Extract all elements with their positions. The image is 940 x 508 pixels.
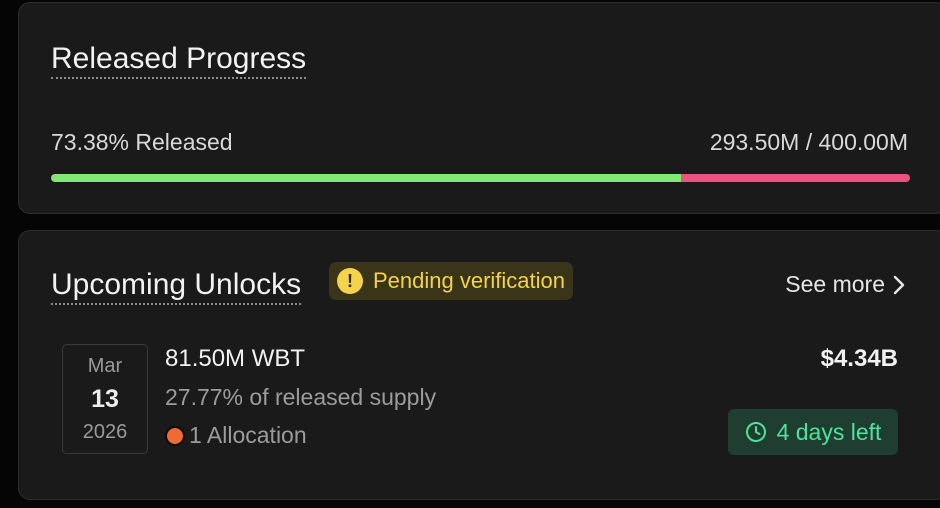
chevron-right-icon (893, 275, 905, 295)
see-more-label: See more (785, 271, 885, 297)
allocation-dot-icon (165, 425, 185, 446)
released-progress-title[interactable]: Released Progress (51, 41, 307, 79)
exclamation-icon: ! (337, 268, 363, 294)
clock-icon (745, 421, 767, 443)
upcoming-unlocks-title[interactable]: Upcoming Unlocks (51, 267, 302, 305)
unlock-percent-of-supply: 27.77% of released supply (165, 384, 437, 410)
unlock-date-day: 13 (91, 385, 119, 413)
days-left-badge: 4 days left (728, 409, 898, 455)
release-progress-fill (51, 174, 682, 182)
allocation-label: 1 Allocation (189, 422, 307, 448)
unlock-date-year: 2026 (82, 421, 128, 443)
unlock-date-box: Mar 13 2026 (62, 344, 148, 454)
released-progress-card: Released Progress 73.38% Released 293.50… (18, 2, 940, 214)
released-amount-label: 293.50M / 400.00M (709, 129, 908, 155)
allocation-row[interactable]: 1 Allocation (165, 422, 307, 449)
unlock-value: $4.34B (820, 345, 898, 372)
unlock-amount: 81.50M WBT (165, 345, 306, 372)
days-left-text: 4 days left (776, 418, 882, 445)
release-progress-bar (51, 174, 910, 182)
upcoming-unlocks-card: Upcoming Unlocks ! Pending verification … (18, 230, 940, 500)
released-percent-label: 73.38% Released (51, 129, 233, 155)
unlock-date-month: Mar (87, 355, 123, 377)
see-more-button[interactable]: See more (785, 271, 905, 298)
pending-verification-text: Pending verification (373, 268, 566, 293)
pending-verification-badge: ! Pending verification (329, 262, 574, 300)
